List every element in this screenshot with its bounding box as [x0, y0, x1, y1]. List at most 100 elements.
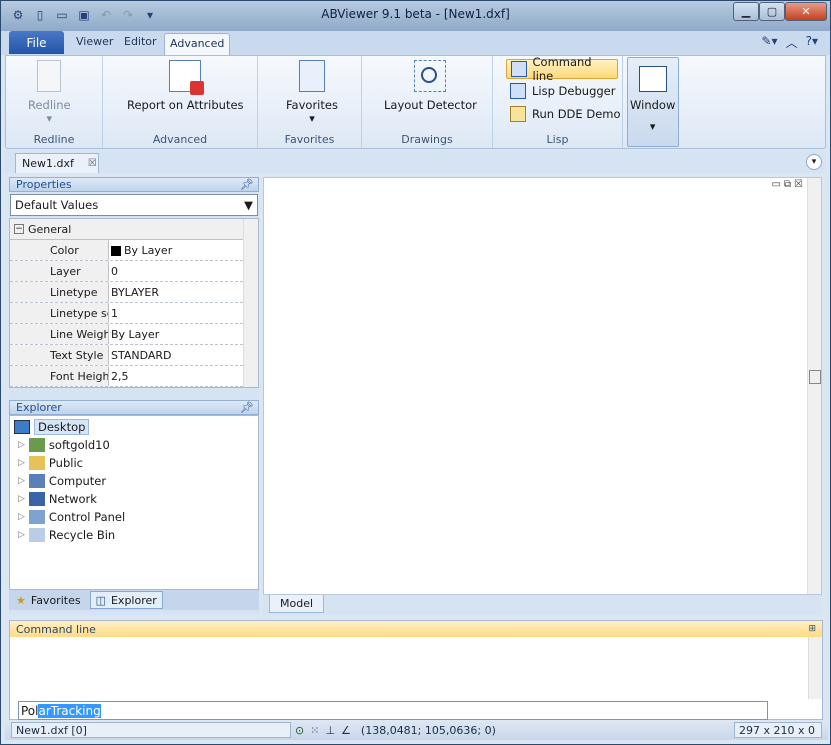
report-icon	[169, 60, 205, 95]
properties-scrollbar[interactable]	[243, 219, 258, 387]
tree-item[interactable]: ▷ Computer	[10, 472, 258, 490]
group-label: Redline	[33, 133, 75, 146]
section-general[interactable]: − General	[10, 219, 258, 240]
command-line-icon	[511, 61, 527, 77]
chevron-down-icon: ▾	[46, 112, 53, 125]
polar-icon[interactable]: ∠	[341, 724, 351, 737]
tree-item[interactable]: ▷ Public	[10, 454, 258, 472]
document-tab[interactable]: New1.dxf ☒	[15, 153, 99, 173]
explorer-tree: Desktop ▷ softgold10 ▷ Public ▷ Computer ▷ N…	[9, 415, 259, 590]
pin-icon[interactable]: ⊞	[808, 624, 816, 634]
favorites-icon	[298, 60, 325, 92]
left-pane: Properties 📌︎ Default Values ▼ − General…	[9, 177, 259, 615]
minimize-doc-icon[interactable]: ▭	[771, 179, 780, 190]
tab-favorites[interactable]: ★ Favorites	[11, 591, 86, 609]
minimize-button[interactable]: ▁	[733, 2, 759, 21]
collapse-icon[interactable]: −	[14, 224, 24, 234]
expand-icon[interactable]: ▷	[18, 476, 25, 486]
close-button[interactable]: ✕	[785, 2, 827, 21]
expand-icon[interactable]: ▷	[18, 458, 25, 468]
expand-icon[interactable]: ▷	[18, 494, 25, 504]
command-input[interactable]: Pol arTracking	[18, 701, 768, 720]
properties-grid: − General Color By Layer Layer 0 Linetype B…	[9, 218, 259, 388]
expand-icon[interactable]: ▷	[18, 530, 25, 540]
title-bar: ⚙ ▯ ▭ ▣ ↶ ↷ ▾ ABViewer 9.1 beta - [New1.…	[1, 1, 830, 31]
property-row[interactable]: Color By Layer	[10, 240, 258, 261]
tab-editor[interactable]: Editor	[124, 35, 157, 48]
close-doc-icon[interactable]: ☒	[794, 179, 803, 190]
properties-selector[interactable]: Default Values ▼	[10, 194, 258, 216]
window-button[interactable]: Window ▾	[627, 57, 679, 147]
layout-detector-button[interactable]: Layout Detector	[384, 60, 477, 112]
property-row[interactable]: Font Height 2,5	[10, 366, 258, 387]
property-row[interactable]: Linetype BYLAYER	[10, 282, 258, 303]
command-line-button[interactable]: Command line	[506, 55, 618, 83]
tab-model[interactable]: Model	[269, 595, 325, 613]
redline-icon	[37, 60, 62, 92]
lisp-debugger-icon	[510, 83, 526, 99]
ribbon-right-controls: ✎▾ ︿ ?▾	[762, 34, 819, 51]
grid-icon[interactable]: ⁙	[310, 724, 319, 737]
computer-icon	[28, 474, 45, 488]
command-history	[10, 637, 822, 699]
status-coords: (138,0481; 105,0636; 0)	[360, 723, 496, 737]
user-folder-icon	[28, 438, 45, 452]
folder-icon	[28, 456, 45, 470]
tree-root[interactable]: Desktop	[10, 418, 258, 436]
close-tab-icon[interactable]: ☒	[88, 158, 97, 169]
explorer-header: Explorer 📌︎	[9, 400, 259, 415]
restore-doc-icon[interactable]: ⧉	[784, 179, 791, 190]
document-tabs: New1.dxf ☒ ▾	[5, 151, 826, 173]
canvas-scrollbar[interactable]	[807, 178, 821, 594]
group-favorites: Favorites ▾ Favorites	[258, 56, 362, 148]
redline-button[interactable]: Redline ▾	[28, 60, 71, 125]
ortho-icon[interactable]: ⊥	[325, 724, 335, 737]
tab-viewer[interactable]: Viewer	[76, 35, 113, 48]
tree-item[interactable]: ▷ Network	[10, 490, 258, 508]
tree-item[interactable]: ▷ Control Panel	[10, 508, 258, 526]
ribbon: Redline ▾ Redline Report on Attributes A…	[5, 55, 826, 149]
property-row[interactable]: Linetype sca1	[10, 303, 258, 324]
style-icon[interactable]: ✎▾	[762, 34, 778, 51]
status-file: New1.dxf [0]	[11, 722, 291, 738]
help-icon[interactable]: ?▾	[806, 34, 818, 51]
drawing-canvas[interactable]: ▭ ⧉ ☒	[263, 177, 822, 595]
pin-icon[interactable]: 📌︎	[240, 401, 254, 414]
expand-icon[interactable]: ▷	[18, 512, 25, 522]
properties-header: Properties 📌︎	[9, 177, 259, 192]
group-label: Lisp	[546, 133, 569, 146]
property-row[interactable]: Text Style STANDARD	[10, 345, 258, 366]
property-row[interactable]: Line Weight By Layer	[10, 324, 258, 345]
layout-tabs: Model	[263, 595, 822, 615]
group-advanced: Report on Attributes Advanced	[103, 56, 258, 148]
pin-icon[interactable]: 📌︎	[240, 178, 254, 191]
property-row[interactable]: Layer 0	[10, 261, 258, 282]
report-on-attributes-button[interactable]: Report on Attributes	[127, 60, 244, 112]
snap-icon[interactable]: ⊙	[295, 724, 304, 737]
file-menu-button[interactable]: File	[9, 31, 64, 54]
lisp-debugger-button[interactable]: Lisp Debugger	[506, 81, 619, 101]
tree-item[interactable]: ▷ softgold10	[10, 436, 258, 454]
chevron-down-icon: ▾	[649, 120, 656, 133]
recycle-bin-icon	[28, 528, 45, 542]
expand-icon[interactable]: ▷	[18, 440, 25, 450]
tab-explorer[interactable]: ◫ Explorer	[89, 591, 163, 609]
ribbon-collapse-icon[interactable]: ︿	[786, 34, 798, 51]
command-scrollbar[interactable]	[808, 637, 822, 699]
window-title: ABViewer 9.1 beta - [New1.dxf]	[321, 7, 510, 21]
tab-list-icon[interactable]: ▾	[806, 154, 822, 170]
group-label: Drawings	[401, 133, 453, 146]
magnifier-icon	[414, 60, 447, 92]
app-window: ⚙ ▯ ▭ ▣ ↶ ↷ ▾ ABViewer 9.1 beta - [New1.…	[0, 0, 831, 745]
scroll-thumb[interactable]	[809, 370, 821, 384]
run-dde-demo-button[interactable]: Run DDE Demo	[506, 104, 625, 124]
network-icon	[28, 492, 45, 506]
chevron-down-icon: ▾	[309, 112, 315, 125]
maximize-button[interactable]: ▢	[759, 2, 785, 21]
favorites-button[interactable]: Favorites ▾	[286, 60, 338, 125]
tree-item[interactable]: ▷ Recycle Bin	[10, 526, 258, 544]
tab-advanced[interactable]: Advanced	[164, 33, 231, 55]
desktop-icon	[14, 420, 30, 434]
color-swatch	[111, 245, 121, 256]
